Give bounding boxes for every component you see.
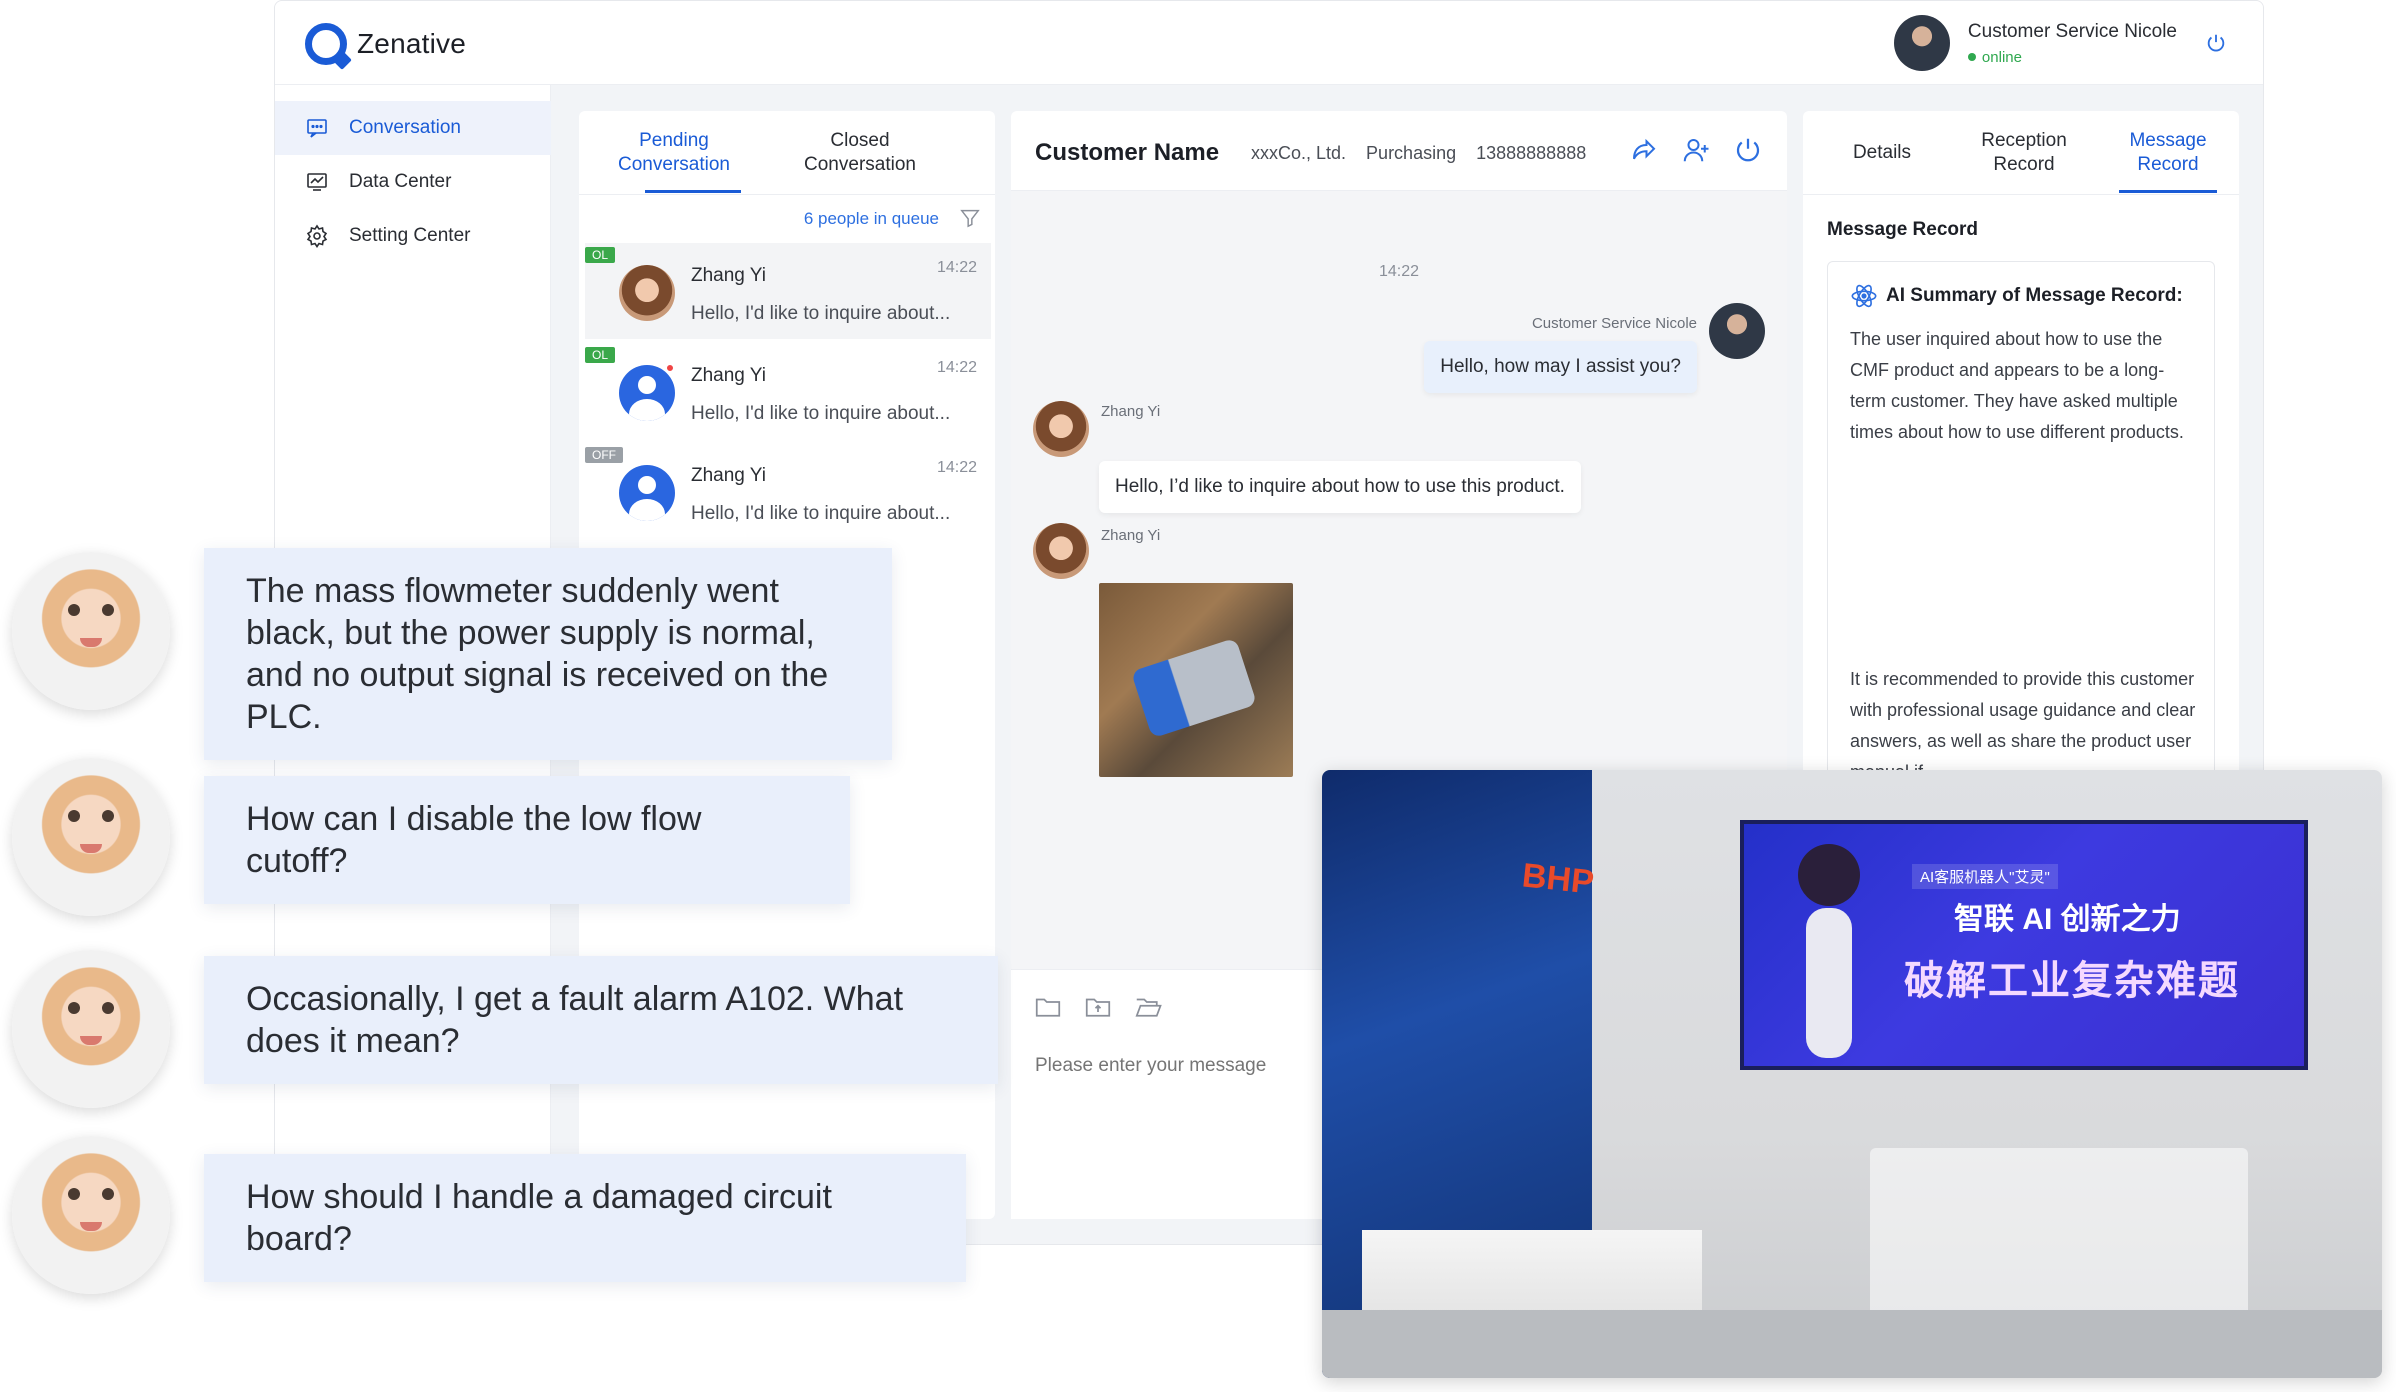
queue-count[interactable]: 6 people in queue	[804, 209, 939, 229]
chat-icon	[307, 119, 327, 138]
conversation-preview: Hello, I'd like to inquire about...	[691, 403, 951, 424]
message-sender: Zhang Yi	[1101, 527, 1161, 544]
question-bubble: How can I disable the low flow cutoff?	[204, 776, 850, 904]
folder-upload-icon[interactable]	[1083, 992, 1113, 1022]
status-badge: OL	[585, 347, 616, 363]
folder-open-icon[interactable]	[1133, 992, 1163, 1022]
conversation-preview: Hello, I'd like to inquire about...	[691, 303, 951, 324]
customer-phone: 13888888888	[1476, 143, 1587, 163]
agent-status-text: online	[1981, 48, 2022, 66]
customer-avatar	[1033, 401, 1089, 457]
detail-tabs: Details Reception Record Message Record	[1803, 111, 2239, 195]
tab-details[interactable]: Details	[1817, 141, 1947, 165]
display-screen: AI客服机器人"艾灵" 智联 AI 创新之力 破解工业复杂难题	[1740, 820, 2308, 1070]
gear-icon	[306, 224, 328, 248]
question-bubble: The mass flowmeter suddenly went black, …	[204, 548, 892, 760]
floor	[1322, 1310, 2382, 1378]
conversation-item[interactable]: OFF Zhang Yi 14:22 Hello, I'd like to in…	[585, 443, 991, 539]
sidebar-item-label: Data Center	[349, 171, 452, 192]
logo: Zenative	[305, 23, 466, 65]
booth-sign: BHP	[1520, 856, 1596, 902]
agent-name: Customer Service Nicole	[1967, 20, 2177, 42]
agent-avatar	[1709, 303, 1765, 359]
tab-label: Reception Record	[1981, 130, 2067, 175]
unread-dot-icon	[665, 363, 675, 373]
tab-closed-conversation[interactable]: Closed Conversation	[765, 129, 955, 177]
user-avatar-icon	[619, 365, 675, 421]
tab-label: Details	[1852, 142, 1912, 163]
add-user-icon[interactable]	[1681, 135, 1711, 165]
atom-icon	[1851, 284, 1877, 308]
customer-company: xxxCo., Ltd.	[1251, 143, 1347, 163]
message-sender: Zhang Yi	[1101, 403, 1161, 420]
expo-photo: BHP AI客服机器人"艾灵" 智联 AI 创新之力 破解工业复杂难题	[1322, 770, 2382, 1378]
assistant-avatar	[12, 758, 170, 916]
filter-icon[interactable]	[959, 207, 981, 229]
top-bar: Zenative Customer Service Nicole online	[275, 1, 2263, 85]
summary-text: The user inquired about how to use the C…	[1850, 329, 2184, 442]
sidebar-item-data-center[interactable]: Data Center	[275, 155, 551, 209]
customer-dept: Purchasing	[1366, 143, 1457, 163]
avatar	[619, 265, 675, 321]
agent-profile[interactable]: Customer Service Nicole online	[1893, 15, 2227, 71]
section-title: Message Record	[1827, 219, 1979, 240]
assistant-avatar	[12, 1136, 170, 1294]
image-attachment[interactable]	[1099, 583, 1293, 777]
sidebar-item-label: Setting Center	[349, 225, 471, 246]
power-icon[interactable]	[2205, 32, 2227, 54]
assistant-avatar	[12, 950, 170, 1108]
sidebar-item-label: Conversation	[349, 117, 461, 138]
conversation-name: Zhang Yi	[691, 465, 766, 486]
power-icon[interactable]	[1733, 135, 1763, 165]
assistant-avatar	[12, 552, 170, 710]
tab-message-record[interactable]: Message Record	[2103, 129, 2233, 193]
conversation-time: 14:22	[936, 459, 977, 476]
agent-status: online	[1967, 48, 2177, 66]
conversation-item[interactable]: OL Zhang Yi 14:22 Hello, I'd like to inq…	[585, 343, 991, 439]
logo-mark-icon	[305, 23, 347, 65]
folder-icon[interactable]	[1033, 992, 1063, 1022]
tab-pending-conversation[interactable]: Pending Conversation	[579, 129, 769, 193]
brand-name: Zenative	[357, 28, 466, 59]
question-bubble: How should I handle a damaged circuit bo…	[204, 1154, 966, 1282]
question-bubble: Occasionally, I get a fault alarm A102. …	[204, 956, 998, 1084]
tab-label: Pending Conversation	[618, 130, 730, 175]
online-dot-icon	[1967, 53, 1976, 61]
conversation-name: Zhang Yi	[691, 265, 766, 286]
blurred-sign	[1870, 1148, 2248, 1318]
conversation-time: 14:22	[936, 259, 977, 276]
message-bubble: Hello, I’d like to inquire about how to …	[1099, 461, 1581, 513]
status-badge: OL	[585, 247, 616, 263]
customer-meta: xxxCo., Ltd. Purchasing 13888888888	[1251, 143, 1586, 164]
agent-avatar[interactable]	[1893, 15, 1950, 71]
message-bubble: Hello, how may I assist you?	[1424, 341, 1697, 393]
conversation-name: Zhang Yi	[691, 365, 766, 386]
screen-title: 破解工业复杂难题	[1904, 959, 2240, 1003]
robot-figure	[1784, 844, 1874, 1074]
message-timestamp: 14:22	[1378, 263, 1420, 280]
tab-label: Closed Conversation	[804, 130, 916, 175]
customer-avatar	[1033, 523, 1089, 579]
screen-headline: 智联 AI 创新之力	[1954, 903, 2181, 936]
summary-title: AI Summary of Message Record:	[1886, 285, 2183, 306]
monitor-chart-icon	[307, 173, 327, 191]
customer-name: Customer Name	[1035, 139, 1220, 166]
user-avatar-icon	[619, 465, 675, 521]
conversation-item[interactable]: OL Zhang Yi 14:22 Hello, I'd like to inq…	[585, 243, 991, 339]
queue-tabs: Pending Conversation Closed Conversation	[579, 111, 995, 195]
status-badge: OFF	[585, 447, 623, 463]
conversation-preview: Hello, I'd like to inquire about...	[691, 503, 951, 524]
message-sender: Customer Service Nicole	[1531, 315, 1697, 332]
tab-reception-record[interactable]: Reception Record	[1959, 129, 2089, 177]
chat-header: Customer Name xxxCo., Ltd. Purchasing 13…	[1011, 111, 1787, 191]
sidebar-item-conversation[interactable]: Conversation	[275, 101, 551, 155]
sidebar-item-setting-center[interactable]: Setting Center	[275, 209, 551, 263]
share-icon[interactable]	[1629, 135, 1659, 165]
conversation-time: 14:22	[936, 359, 977, 376]
tab-label: Message Record	[2129, 130, 2207, 175]
screen-caption: AI客服机器人"艾灵"	[1912, 864, 2058, 889]
